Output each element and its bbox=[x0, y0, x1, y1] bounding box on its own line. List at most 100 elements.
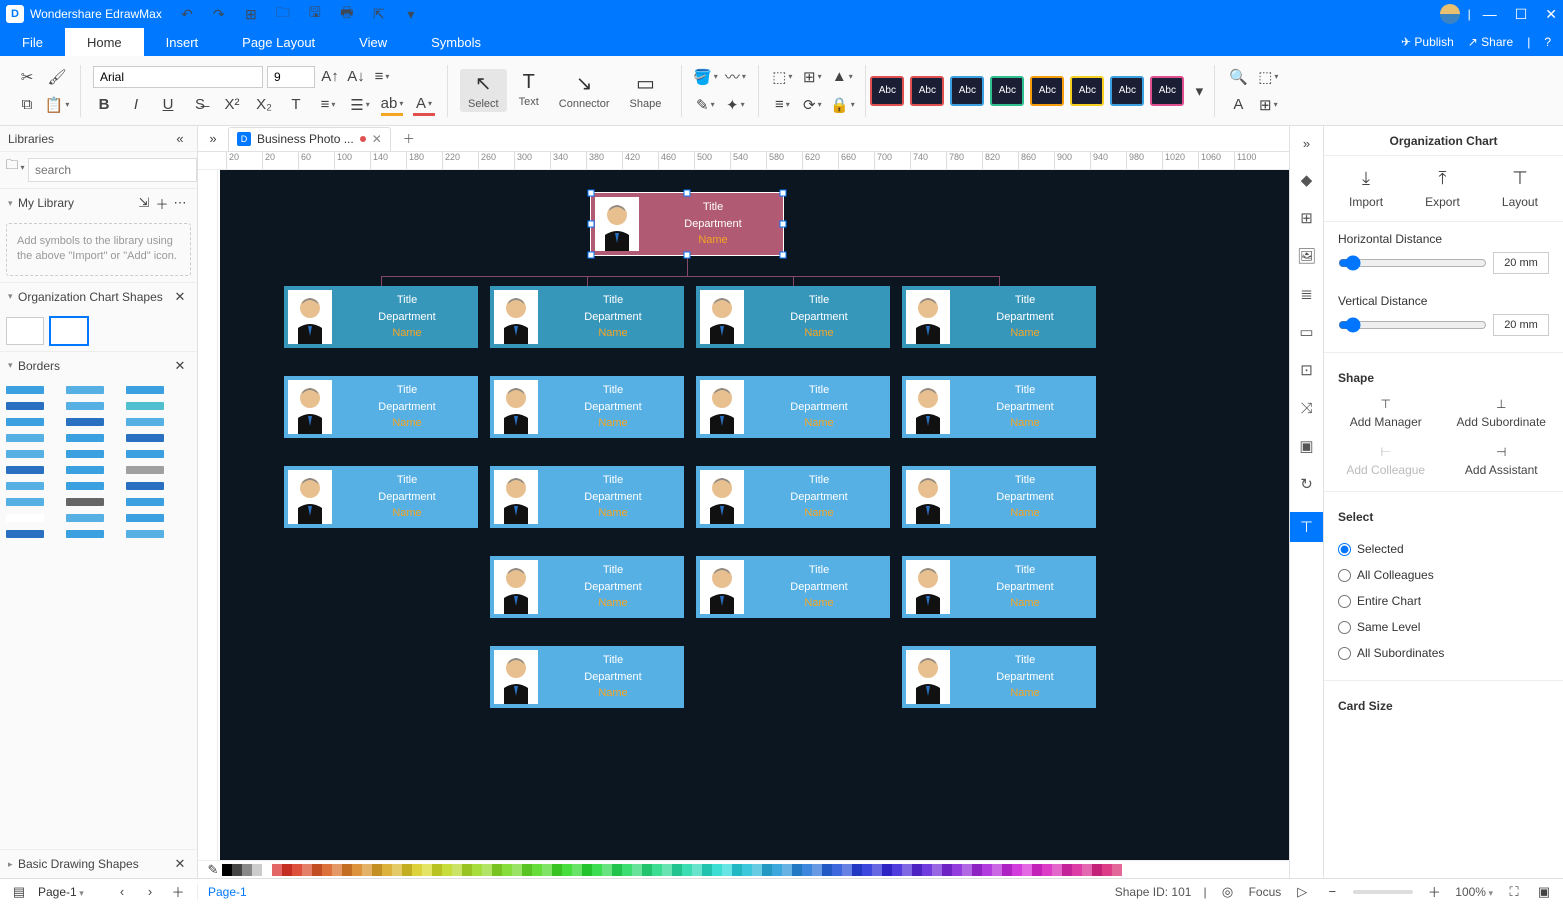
color-swatch[interactable] bbox=[552, 864, 562, 876]
mylib-add-icon[interactable]: ＋ bbox=[153, 194, 171, 212]
color-swatch[interactable] bbox=[912, 864, 922, 876]
strike-icon[interactable]: S̶ bbox=[189, 94, 211, 116]
focus-label[interactable]: Focus bbox=[1249, 885, 1282, 899]
color-swatch[interactable] bbox=[802, 864, 812, 876]
color-swatch[interactable] bbox=[982, 864, 992, 876]
find-icon[interactable]: 🔍 bbox=[1227, 66, 1249, 88]
color-swatch[interactable] bbox=[772, 864, 782, 876]
color-swatch[interactable] bbox=[752, 864, 762, 876]
section-orgshapes[interactable]: ▾Organization Chart Shapes ✕ bbox=[0, 283, 197, 311]
border-item[interactable] bbox=[6, 498, 44, 506]
theme-more-icon[interactable]: ▾ bbox=[1188, 80, 1210, 102]
org-node[interactable]: TitleDepartmentName bbox=[902, 466, 1096, 528]
border-item[interactable] bbox=[6, 402, 44, 410]
color-swatch[interactable] bbox=[632, 864, 642, 876]
image-panel-icon[interactable]: 🖼 bbox=[1297, 246, 1317, 266]
border-item[interactable] bbox=[126, 482, 164, 490]
theme-panel-icon[interactable]: ◆ bbox=[1297, 170, 1317, 190]
color-swatch[interactable] bbox=[462, 864, 472, 876]
expand-right-icon[interactable]: » bbox=[1298, 134, 1316, 152]
zoom-in-icon[interactable]: ＋ bbox=[1425, 883, 1443, 901]
border-item[interactable] bbox=[6, 530, 44, 538]
bold-icon[interactable]: B bbox=[93, 94, 115, 116]
color-swatch[interactable] bbox=[522, 864, 532, 876]
maximize-button[interactable]: ☐ bbox=[1515, 6, 1528, 23]
superscript-icon[interactable]: X² bbox=[221, 94, 243, 116]
color-swatch[interactable] bbox=[532, 864, 542, 876]
color-palette[interactable]: ✎ bbox=[198, 860, 1289, 878]
theme-swatch[interactable]: Abc bbox=[1150, 76, 1184, 106]
avatar[interactable] bbox=[1440, 4, 1460, 24]
share-button[interactable]: ↗ Share bbox=[1468, 35, 1513, 49]
next-page-icon[interactable]: › bbox=[141, 883, 159, 901]
add-colleague-button[interactable]: ⊢Add Colleague bbox=[1328, 445, 1444, 477]
color-swatch[interactable] bbox=[962, 864, 972, 876]
org-node[interactable]: TitleDepartmentName bbox=[902, 376, 1096, 438]
line-spacing-icon[interactable]: ≡ bbox=[317, 94, 339, 116]
border-item[interactable] bbox=[6, 386, 44, 394]
color-swatch[interactable] bbox=[682, 864, 692, 876]
color-swatch[interactable] bbox=[502, 864, 512, 876]
color-swatch[interactable] bbox=[792, 864, 802, 876]
border-item[interactable] bbox=[126, 450, 164, 458]
add-assistant-button[interactable]: ⊣Add Assistant bbox=[1444, 445, 1560, 477]
border-item[interactable] bbox=[66, 418, 104, 426]
color-swatch[interactable] bbox=[882, 864, 892, 876]
color-swatch[interactable] bbox=[832, 864, 842, 876]
border-item[interactable] bbox=[126, 498, 164, 506]
color-swatch[interactable] bbox=[412, 864, 422, 876]
color-swatch[interactable] bbox=[342, 864, 352, 876]
org-node[interactable]: TitleDepartmentName bbox=[490, 466, 684, 528]
color-swatch[interactable] bbox=[242, 864, 252, 876]
tab-home[interactable]: Home bbox=[65, 28, 144, 56]
theme-swatch[interactable]: Abc bbox=[950, 76, 984, 106]
color-swatch[interactable] bbox=[472, 864, 482, 876]
basic-close-icon[interactable]: ✕ bbox=[171, 855, 189, 873]
color-swatch[interactable] bbox=[232, 864, 242, 876]
theme-swatch[interactable]: Abc bbox=[870, 76, 904, 106]
org-node[interactable]: TitleDepartmentName bbox=[490, 376, 684, 438]
mylib-import-icon[interactable]: ⇲ bbox=[135, 194, 153, 212]
close-button[interactable]: ✕ bbox=[1545, 6, 1557, 23]
search-input[interactable] bbox=[28, 158, 197, 182]
color-swatch[interactable] bbox=[732, 864, 742, 876]
add-tab-button[interactable]: ＋ bbox=[397, 130, 421, 147]
org-node[interactable]: TitleDepartmentName bbox=[490, 556, 684, 618]
tab-symbols[interactable]: Symbols bbox=[409, 28, 503, 56]
play-icon[interactable]: ▷ bbox=[1293, 883, 1311, 901]
border-item[interactable] bbox=[66, 498, 104, 506]
color-swatch[interactable] bbox=[482, 864, 492, 876]
org-node[interactable]: TitleDepartmentName bbox=[696, 286, 890, 348]
color-swatch[interactable] bbox=[642, 864, 652, 876]
org-node[interactable]: TitleDepartmentName bbox=[284, 286, 478, 348]
text-tool[interactable]: TText bbox=[511, 69, 547, 112]
color-swatch[interactable] bbox=[842, 864, 852, 876]
tab-page-layout[interactable]: Page Layout bbox=[220, 28, 337, 56]
vdist-slider[interactable] bbox=[1338, 317, 1487, 333]
zoom-slider[interactable] bbox=[1353, 890, 1413, 894]
library-picker-icon[interactable]: 🗀 bbox=[6, 158, 24, 176]
paste-icon[interactable]: 📋 bbox=[46, 94, 68, 116]
fit-page-icon[interactable]: ⛶ bbox=[1505, 883, 1523, 901]
new-icon[interactable]: ⊞ bbox=[240, 3, 262, 25]
theme-swatch[interactable]: Abc bbox=[910, 76, 944, 106]
color-swatch[interactable] bbox=[702, 864, 712, 876]
collapse-libraries-icon[interactable]: « bbox=[171, 130, 189, 148]
hdist-slider[interactable] bbox=[1338, 255, 1487, 271]
color-swatch[interactable] bbox=[712, 864, 722, 876]
export-button[interactable]: ⤒Export bbox=[1425, 168, 1460, 209]
border-item[interactable] bbox=[126, 386, 164, 394]
save-icon[interactable]: 🖫 bbox=[304, 3, 326, 25]
highlight-icon[interactable]: ab bbox=[381, 94, 403, 116]
color-swatch[interactable] bbox=[262, 864, 272, 876]
theme-swatch[interactable]: Abc bbox=[1030, 76, 1064, 106]
color-swatch[interactable] bbox=[542, 864, 552, 876]
collapse-left-icon[interactable]: » bbox=[204, 130, 222, 148]
color-swatch[interactable] bbox=[1062, 864, 1072, 876]
theme-swatch[interactable]: Abc bbox=[990, 76, 1024, 106]
color-swatch[interactable] bbox=[392, 864, 402, 876]
eyedropper-icon[interactable]: ✎ bbox=[204, 861, 222, 879]
section-mylibrary[interactable]: ▾My Library ⇲ ＋ ⋯ bbox=[0, 189, 197, 217]
line-color-icon[interactable]: ✎ bbox=[694, 94, 716, 116]
color-swatch[interactable] bbox=[1022, 864, 1032, 876]
